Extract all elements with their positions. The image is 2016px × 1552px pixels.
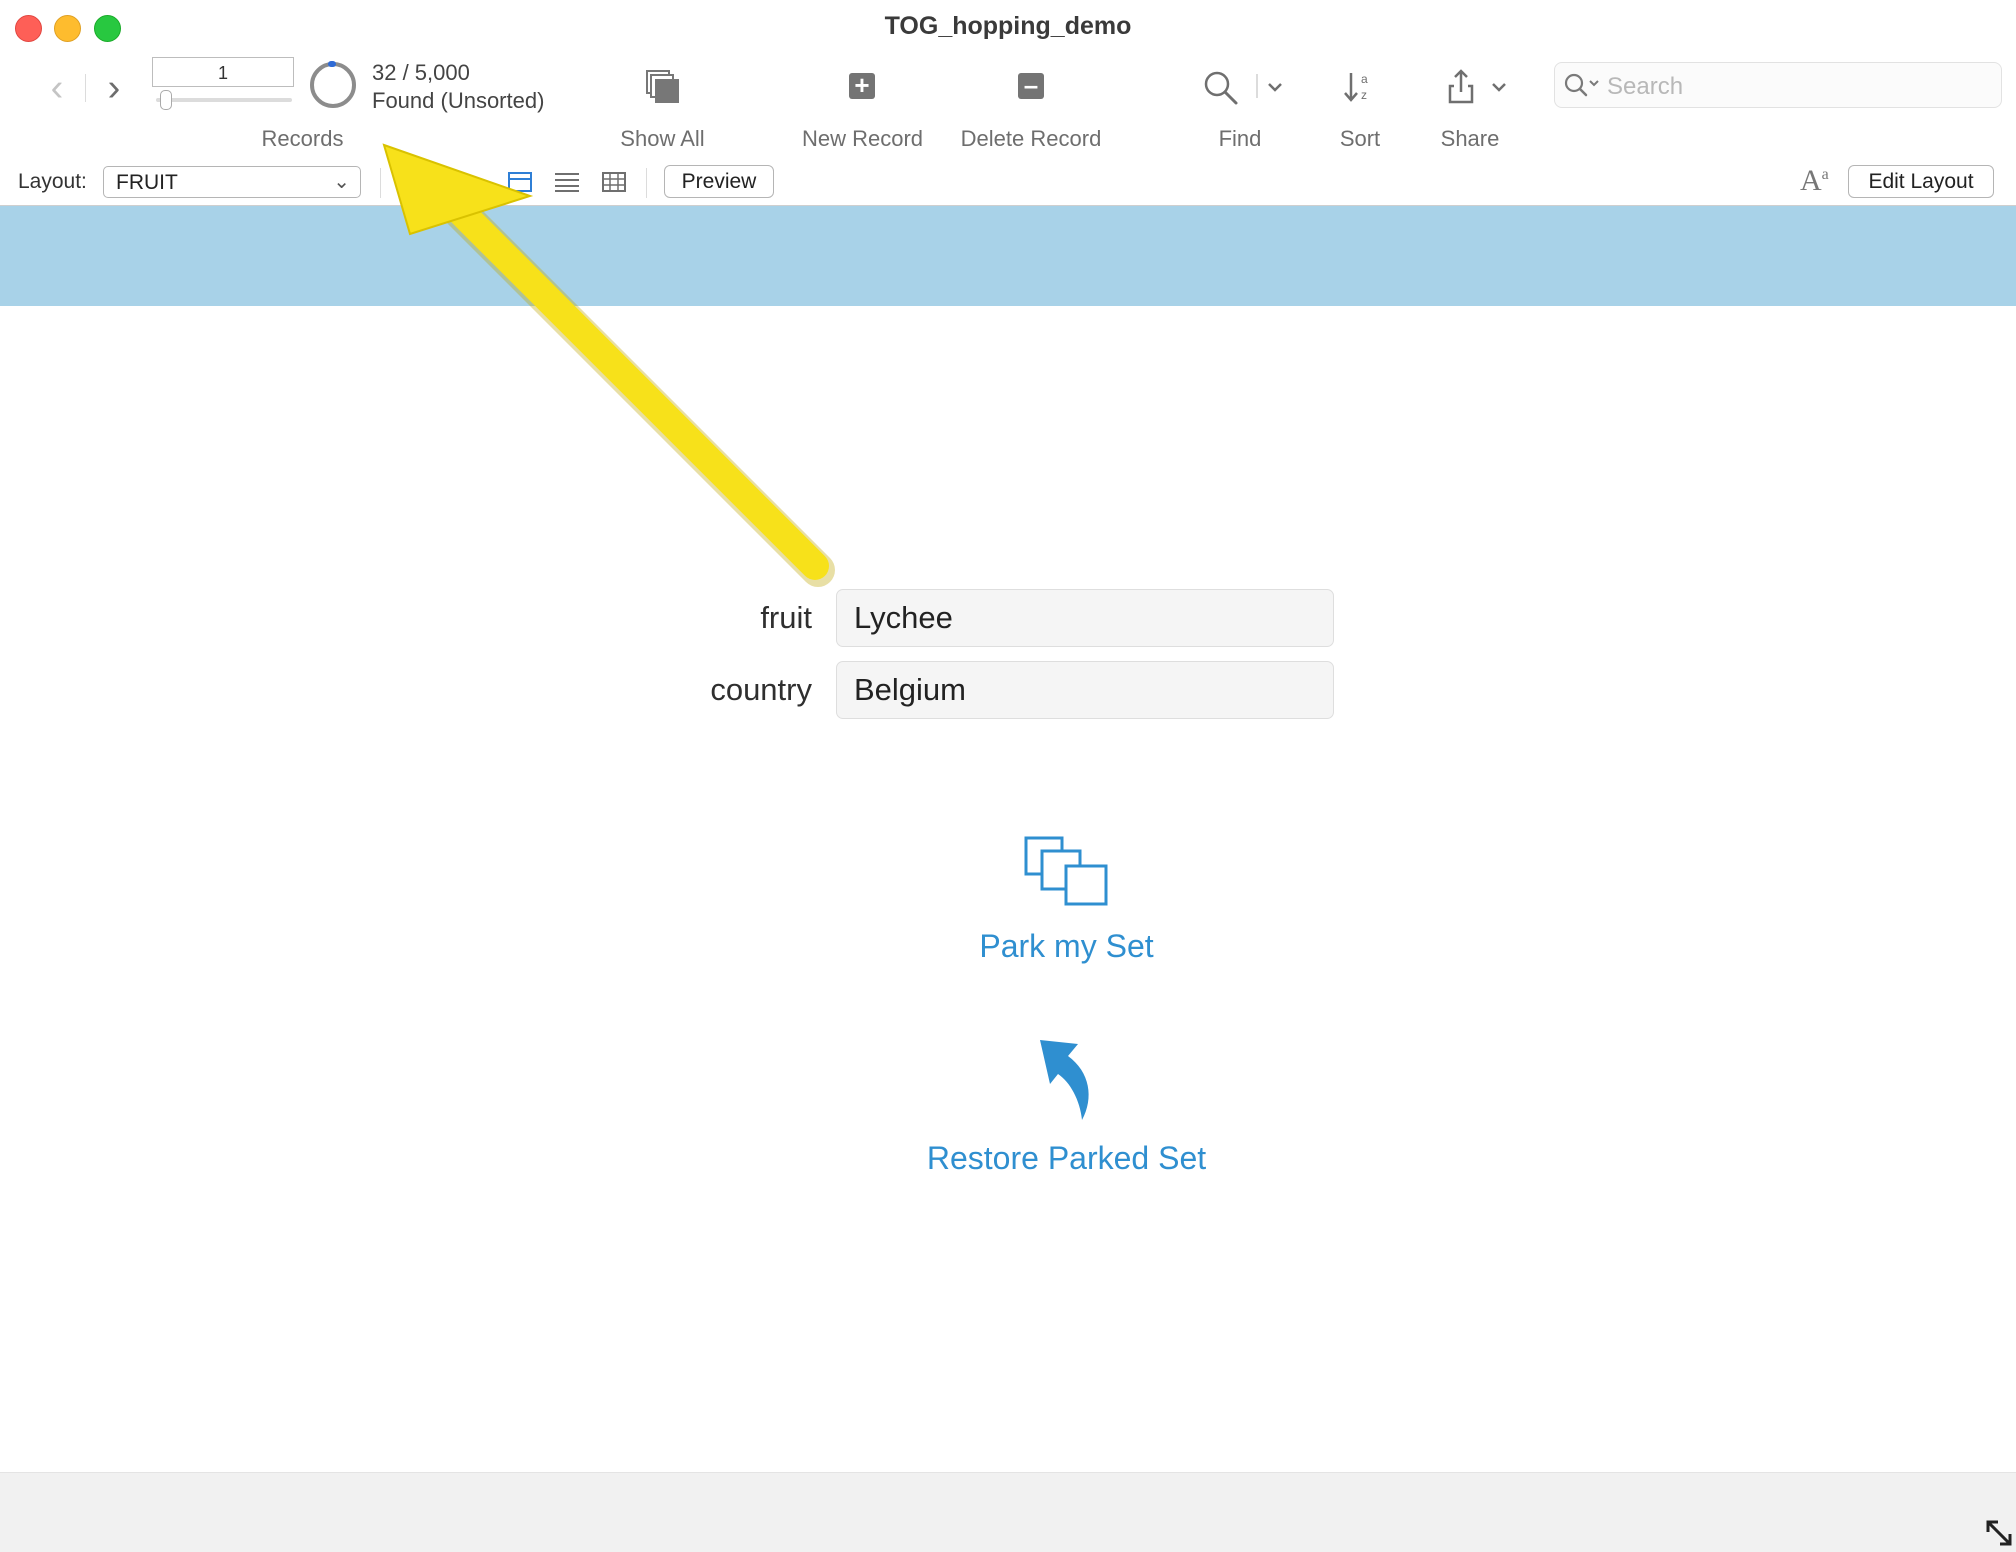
show-all-icon[interactable] xyxy=(646,70,680,104)
resize-handle-icon[interactable] xyxy=(1984,1518,2014,1548)
country-field-label: country xyxy=(710,672,812,707)
layout-bar-separator xyxy=(646,168,647,198)
fruit-field[interactable]: Lychee xyxy=(836,589,1334,647)
status-bar xyxy=(0,1472,2016,1552)
search-input[interactable]: Search xyxy=(1554,62,2002,108)
next-record-button[interactable]: › xyxy=(99,68,129,108)
new-record-icon[interactable]: + xyxy=(849,72,875,99)
app-window: TOG_hopping_demo ‹ › 1 32 / 5,000 Found … xyxy=(0,0,2016,1552)
delete-record-label[interactable]: Delete Record xyxy=(950,126,1112,152)
chevron-down-icon: ⌄ xyxy=(333,171,350,193)
layout-bar: Layout: FRUIT ⌄ View As: Preview Aa Edit… xyxy=(0,160,2016,206)
find-label[interactable]: Find xyxy=(1200,126,1280,152)
svg-text:a: a xyxy=(1361,72,1368,86)
sort-icon[interactable]: a z xyxy=(1343,70,1377,104)
country-field[interactable]: Belgium xyxy=(836,661,1334,719)
park-my-set-button[interactable]: Park my Set xyxy=(0,928,2016,965)
find-separator xyxy=(1256,74,1258,98)
preview-button[interactable]: Preview xyxy=(664,165,774,198)
sort-label[interactable]: Sort xyxy=(1320,126,1400,152)
park-set-icon[interactable] xyxy=(1024,836,1110,906)
find-chevron-down-icon[interactable] xyxy=(1266,80,1284,92)
edit-layout-button[interactable]: Edit Layout xyxy=(1848,165,1994,198)
font-size-icon[interactable]: Aa xyxy=(1800,164,1829,198)
share-label[interactable]: Share xyxy=(1420,126,1520,152)
previous-record-button[interactable]: ‹ xyxy=(42,68,72,108)
records-label: Records xyxy=(261,126,344,151)
new-record-label[interactable]: New Record xyxy=(790,126,935,152)
record-slider-handle[interactable] xyxy=(160,90,172,110)
search-icon xyxy=(1563,72,1601,98)
found-status: Found (Unsorted) xyxy=(372,88,545,113)
show-all-label[interactable]: Show All xyxy=(600,126,725,152)
record-count: 32 / 5,000 xyxy=(372,60,470,85)
record-number-input[interactable]: 1 xyxy=(152,57,294,87)
layout-select-value: FRUIT xyxy=(116,171,178,194)
layout-label: Layout: xyxy=(18,170,87,193)
delete-record-icon[interactable]: – xyxy=(1018,72,1044,99)
share-icon[interactable] xyxy=(1446,68,1476,104)
layout-bar-separator xyxy=(380,168,381,198)
restore-arrow-icon[interactable] xyxy=(1038,1038,1098,1122)
magnifier-icon[interactable] xyxy=(1203,70,1239,106)
window-title: TOG_hopping_demo xyxy=(884,12,1132,40)
view-as-label: View As: xyxy=(393,170,474,193)
layout-header-band xyxy=(0,206,2016,306)
form-view-icon[interactable] xyxy=(508,172,532,192)
search-placeholder: Search xyxy=(1607,73,1684,100)
restore-parked-set-button[interactable]: Restore Parked Set xyxy=(0,1140,2016,1177)
table-view-icon[interactable] xyxy=(602,172,626,192)
fruit-field-label: fruit xyxy=(760,600,812,635)
list-view-icon[interactable] xyxy=(555,172,579,192)
svg-text:z: z xyxy=(1361,88,1367,102)
found-set-pie-icon xyxy=(310,61,356,108)
nav-separator xyxy=(85,74,86,102)
title-toolbar: TOG_hopping_demo ‹ › 1 32 / 5,000 Found … xyxy=(0,0,2016,161)
layout-select[interactable]: FRUIT ⌄ xyxy=(103,166,361,198)
share-chevron-down-icon[interactable] xyxy=(1490,80,1508,92)
record-slider[interactable] xyxy=(156,98,292,102)
